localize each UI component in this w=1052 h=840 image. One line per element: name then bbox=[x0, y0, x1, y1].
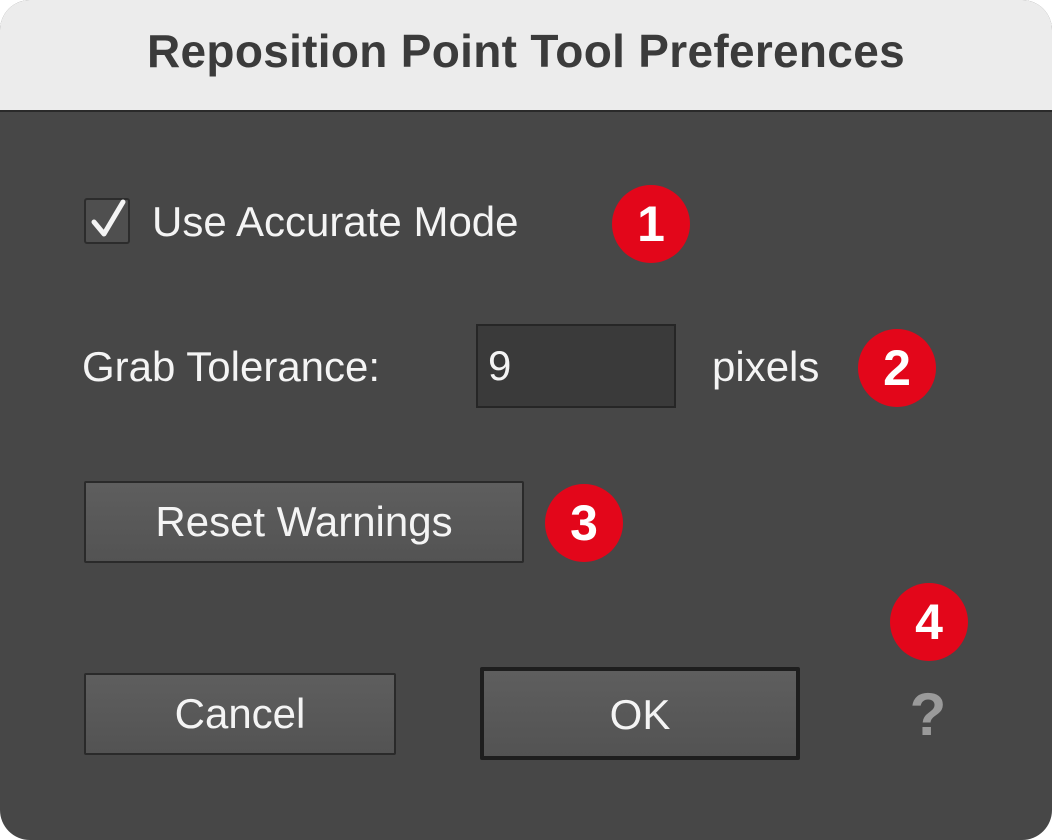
checkmark-icon bbox=[91, 199, 126, 237]
grab-tolerance-label: Grab Tolerance: bbox=[82, 343, 381, 390]
accurate-mode-checkbox[interactable] bbox=[84, 198, 130, 244]
callout-badge-2: 2 bbox=[858, 329, 936, 407]
callout-badge-3: 3 bbox=[545, 484, 623, 562]
accurate-mode-label[interactable]: Use Accurate Mode bbox=[152, 198, 519, 246]
help-icon[interactable]: ? bbox=[900, 680, 956, 750]
grab-tolerance-unit: pixels bbox=[712, 343, 820, 390]
callout-badge-1: 1 bbox=[612, 185, 690, 263]
title-bar: Reposition Point Tool Preferences bbox=[0, 0, 1052, 112]
dialog-title: Reposition Point Tool Preferences bbox=[147, 25, 905, 77]
preferences-dialog: Reposition Point Tool Preferences Use Ac… bbox=[0, 0, 1052, 840]
callout-badge-4: 4 bbox=[890, 583, 968, 661]
grab-tolerance-input[interactable]: 9 bbox=[476, 324, 676, 408]
cancel-button[interactable]: Cancel bbox=[84, 673, 396, 755]
reset-warnings-button[interactable]: Reset Warnings bbox=[84, 481, 524, 563]
ok-button[interactable]: OK bbox=[480, 667, 800, 760]
